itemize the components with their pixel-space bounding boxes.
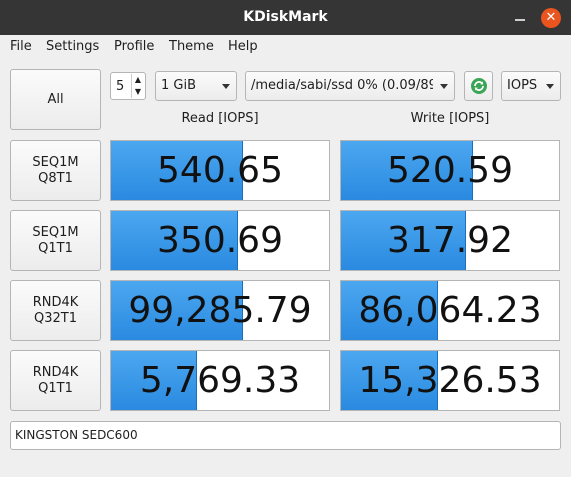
test-seq1m-q8t1-button[interactable]: SEQ1M Q8T1: [10, 140, 101, 201]
minimize-icon[interactable]: [512, 10, 528, 26]
test-params: Q8T1: [38, 170, 73, 186]
runs-value: 5: [116, 79, 125, 94]
write-value: 15,326.53: [358, 360, 542, 401]
refresh-icon: [471, 78, 487, 94]
read-result-seq1m-q1t1: 350.69: [110, 210, 330, 271]
write-result-rnd4k-q32t1: 86,064.23: [340, 280, 560, 341]
device-name: KINGSTON SEDC600: [15, 428, 138, 442]
title-bar: KDiskMark ✕: [0, 0, 571, 35]
all-button[interactable]: All: [10, 69, 101, 130]
spin-down-icon[interactable]: ▼: [131, 86, 144, 98]
size-value: 1 GiB: [161, 78, 197, 93]
path-value: /media/sabi/ssd 0% (0.09/89: [251, 78, 433, 93]
units-value: IOPS: [507, 78, 538, 93]
write-value: 317.92: [387, 220, 513, 261]
chevron-down-icon: [546, 84, 554, 89]
read-value: 350.69: [157, 220, 283, 261]
chevron-down-icon: [222, 84, 230, 89]
menu-help[interactable]: Help: [228, 39, 258, 54]
units-select[interactable]: IOPS: [501, 71, 561, 101]
read-value: 99,285.79: [128, 290, 312, 331]
write-value: 520.59: [387, 150, 513, 191]
test-params: Q1T1: [38, 380, 73, 396]
write-result-rnd4k-q1t1: 15,326.53: [340, 350, 560, 411]
read-value: 5,769.33: [139, 360, 301, 401]
close-icon[interactable]: ✕: [541, 8, 561, 28]
test-seq1m-q1t1-button[interactable]: SEQ1M Q1T1: [10, 210, 101, 271]
read-result-rnd4k-q1t1: 5,769.33: [110, 350, 330, 411]
test-name: SEQ1M: [32, 154, 79, 170]
size-select[interactable]: 1 GiB: [155, 71, 237, 101]
target-path-select[interactable]: /media/sabi/ssd 0% (0.09/89: [245, 71, 455, 101]
test-name: RND4K: [32, 294, 79, 310]
read-result-seq1m-q8t1: 540.65: [110, 140, 330, 201]
refresh-button[interactable]: [464, 71, 493, 101]
test-params: Q32T1: [34, 310, 77, 326]
write-result-seq1m-q8t1: 520.59: [340, 140, 560, 201]
spin-up-icon[interactable]: ▲: [131, 74, 144, 86]
test-name: RND4K: [32, 364, 79, 380]
write-column-header: Write [IOPS]: [410, 111, 490, 126]
read-value: 540.65: [157, 150, 283, 191]
menu-bar: File Settings Profile Theme Help: [0, 35, 571, 59]
menu-file[interactable]: File: [10, 39, 32, 54]
read-result-rnd4k-q32t1: 99,285.79: [110, 280, 330, 341]
menu-profile[interactable]: Profile: [114, 39, 154, 54]
write-value: 86,064.23: [358, 290, 542, 331]
runs-spinbox[interactable]: 5 ▲ ▼: [110, 72, 146, 100]
device-info-field[interactable]: KINGSTON SEDC600: [10, 421, 561, 450]
test-params: Q1T1: [38, 240, 73, 256]
chevron-down-icon: [440, 84, 448, 89]
test-rnd4k-q1t1-button[interactable]: RND4K Q1T1: [10, 350, 101, 411]
window-title: KDiskMark: [243, 9, 328, 25]
test-name: SEQ1M: [32, 224, 79, 240]
write-result-seq1m-q1t1: 317.92: [340, 210, 560, 271]
menu-settings[interactable]: Settings: [46, 39, 99, 54]
menu-theme[interactable]: Theme: [169, 39, 214, 54]
read-column-header: Read [IOPS]: [181, 111, 259, 126]
test-rnd4k-q32t1-button[interactable]: RND4K Q32T1: [10, 280, 101, 341]
